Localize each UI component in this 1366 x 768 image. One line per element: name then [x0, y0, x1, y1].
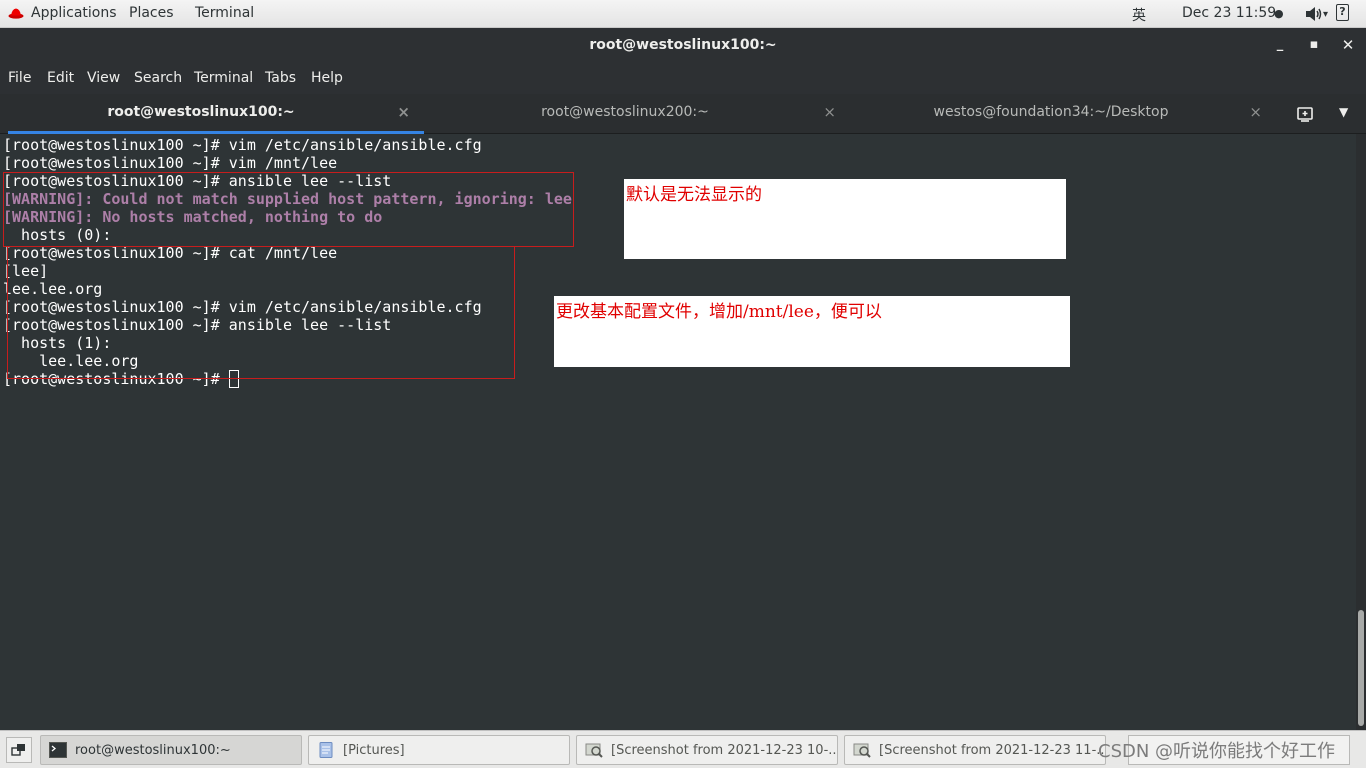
new-tab-icon[interactable] — [1296, 105, 1314, 123]
image-viewer-icon — [585, 743, 603, 758]
clock[interactable]: Dec 23 11:59 — [1182, 5, 1276, 21]
terminal-line: [root@westoslinux100 ~]# vim /etc/ansibl… — [3, 136, 482, 154]
recording-dot: ● — [1274, 7, 1284, 20]
taskbar-item-screenshot-1[interactable]: [Screenshot from 2021-12-23 10-... — [576, 735, 838, 765]
menu-tabs[interactable]: Tabs — [265, 70, 296, 86]
annotation-note-config: 更改基本配置文件，增加/mnt/lee，便可以 — [554, 296, 1070, 367]
tab-westoslinux200[interactable]: root@westoslinux200:~ × — [430, 94, 850, 134]
folder-icon — [319, 742, 333, 758]
chevron-down-icon[interactable]: ▾ — [1323, 9, 1328, 20]
taskbar-item-terminal[interactable]: root@westoslinux100:~ — [40, 735, 302, 765]
scrollbar-thumb[interactable] — [1358, 610, 1364, 726]
menu-search[interactable]: Search — [134, 70, 182, 86]
applications-menu[interactable]: Applications — [31, 5, 117, 21]
tab-close-icon[interactable]: × — [1249, 103, 1262, 121]
image-viewer-icon — [853, 743, 871, 758]
terminal-scrollbar[interactable] — [1356, 134, 1366, 730]
tab-westoslinux100[interactable]: root@westoslinux100:~ × — [8, 94, 424, 134]
tab-label: root@westoslinux200:~ — [541, 104, 709, 120]
tab-label: westos@foundation34:~/Desktop — [933, 104, 1169, 120]
annotation-box-success — [7, 246, 515, 379]
tab-close-icon[interactable]: × — [823, 103, 836, 121]
annotation-note-default: 默认是无法显示的 — [624, 179, 1066, 259]
window-title-bar[interactable]: root@westoslinux100:~ _ ▪ ✕ — [0, 28, 1366, 64]
terminal-line: [root@westoslinux100 ~]# vim /mnt/lee — [3, 154, 338, 172]
taskbar-item-screenshot-2[interactable]: [Screenshot from 2021-12-23 11-... — [844, 735, 1106, 765]
menu-help[interactable]: Help — [311, 70, 343, 86]
window-title: root@westoslinux100:~ — [589, 37, 777, 53]
menu-view[interactable]: View — [87, 70, 120, 86]
maximize-button[interactable]: ▪ — [1306, 37, 1322, 53]
menu-edit[interactable]: Edit — [47, 70, 74, 86]
tab-close-icon[interactable]: × — [397, 103, 410, 121]
help-icon[interactable]: ? — [1336, 4, 1349, 21]
terminal-icon — [49, 742, 67, 758]
volume-icon[interactable] — [1305, 6, 1323, 22]
close-button[interactable]: ✕ — [1340, 37, 1356, 53]
taskbar-item-label: [Screenshot from 2021-12-23 11-... — [879, 743, 1106, 758]
taskbar-item-pictures[interactable]: [Pictures] — [308, 735, 570, 765]
menu-terminal[interactable]: Terminal — [194, 70, 253, 86]
taskbar-item-label: [Pictures] — [343, 743, 405, 758]
tab-label: root@westoslinux100:~ — [107, 104, 295, 120]
top-bar: Applications Places Terminal 英 Dec 23 11… — [0, 0, 1366, 28]
taskbar-item-label: [Screenshot from 2021-12-23 10-... — [611, 743, 838, 758]
input-method-indicator[interactable]: 英 — [1132, 5, 1146, 25]
terminal-app-menu[interactable]: Terminal — [195, 5, 254, 21]
places-menu[interactable]: Places — [129, 5, 174, 21]
tab-foundation34[interactable]: westos@foundation34:~/Desktop × — [856, 94, 1276, 134]
menu-bar: File Edit View Search Terminal Tabs Help — [0, 64, 1366, 94]
csdn-watermark: CSDN @听说你能找个好工作 — [1098, 741, 1336, 762]
menu-file[interactable]: File — [8, 70, 31, 86]
annotation-box-warning — [3, 172, 574, 247]
show-desktop-button[interactable] — [6, 737, 32, 763]
minimize-button[interactable]: _ — [1272, 37, 1288, 53]
tab-bar: root@westoslinux100:~ × root@westoslinux… — [0, 94, 1366, 134]
taskbar-item-label: root@westoslinux100:~ — [75, 743, 231, 758]
show-desktop-icon — [11, 744, 25, 756]
redhat-logo-icon — [8, 8, 24, 19]
tabs-menu-chevron-icon[interactable]: ▼ — [1339, 105, 1348, 119]
